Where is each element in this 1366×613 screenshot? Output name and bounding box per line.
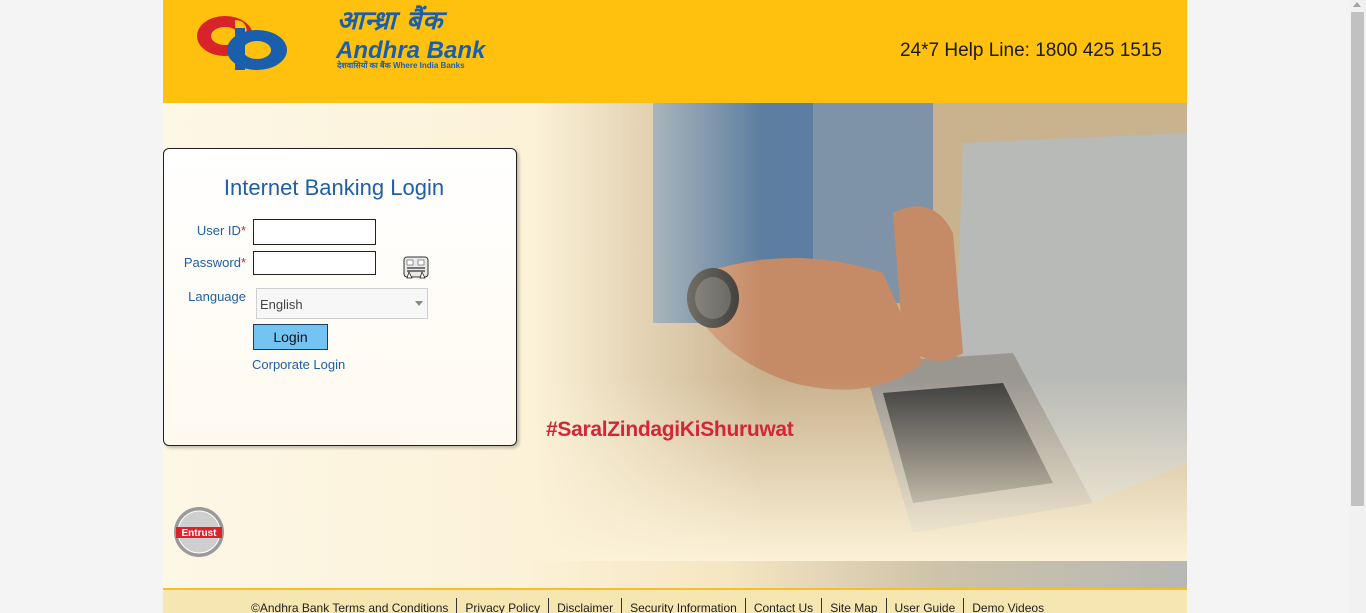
- footer-link-privacy[interactable]: Privacy Policy: [457, 598, 550, 613]
- header: आन्ध्रा बैंक Andhra Bank देशवासियों का ब…: [163, 0, 1187, 103]
- bank-logo-icon: [197, 16, 287, 70]
- campaign-hashtag: #SaralZindagiKiShuruwat: [546, 418, 794, 441]
- login-panel: Internet Banking Login User ID* Password…: [163, 148, 517, 446]
- password-label-text: Password: [183, 255, 241, 270]
- language-select[interactable]: English: [256, 288, 428, 319]
- required-mark: *: [240, 255, 246, 270]
- required-mark: *: [240, 223, 246, 238]
- footer-link-security[interactable]: Security Information: [622, 598, 746, 613]
- page: आन्ध्रा बैंक Andhra Bank देशवासियों का ब…: [163, 0, 1187, 613]
- entrust-ssl-badge-icon[interactable]: Entrust: [173, 506, 225, 558]
- password-label: Password*: [164, 255, 246, 270]
- entrust-text: Entrust: [182, 528, 218, 539]
- language-label: Language: [188, 289, 246, 304]
- footer: ©Andhra Bank Terms and Conditions Privacy…: [163, 588, 1187, 613]
- corporate-login-link[interactable]: Corporate Login: [252, 357, 345, 372]
- login-button[interactable]: Login: [253, 324, 328, 350]
- footer-link-contact[interactable]: Contact Us: [746, 598, 823, 613]
- footer-link-demo-videos[interactable]: Demo Videos: [964, 598, 1052, 613]
- footer-links: ©Andhra Bank Terms and Conditions Privacy…: [251, 598, 1052, 613]
- virtual-keyboard-icon[interactable]: [403, 254, 429, 280]
- helpline-text: 24*7 Help Line: 1800 425 1515: [899, 40, 1162, 61]
- laptop-hands-photo: [533, 103, 1187, 561]
- userid-label-text: User ID: [196, 223, 241, 238]
- scroll-up-arrow-icon[interactable]: [1353, 2, 1361, 7]
- footer-link-sitemap[interactable]: Site Map: [822, 598, 887, 613]
- userid-label: User ID*: [164, 223, 246, 238]
- logo-hindi-text: आन्ध्रा बैंक: [337, 6, 444, 36]
- logo-tagline: देशवासियों का बैंक Where India Banks: [337, 61, 465, 70]
- footer-link-terms[interactable]: ©Andhra Bank Terms and Conditions: [251, 598, 458, 613]
- footer-link-disclaimer[interactable]: Disclaimer: [549, 598, 623, 613]
- login-title: Internet Banking Login: [223, 175, 445, 200]
- chevron-down-icon: [415, 301, 423, 306]
- password-input[interactable]: [253, 251, 376, 275]
- language-value: English: [260, 297, 303, 312]
- andhra-bank-logo[interactable]: आन्ध्रा बैंक Andhra Bank देशवासियों का ब…: [195, 8, 495, 72]
- footer-link-user-guide[interactable]: User Guide: [887, 598, 965, 613]
- scrollbar-thumb[interactable]: [1351, 12, 1364, 506]
- userid-input[interactable]: [253, 219, 376, 245]
